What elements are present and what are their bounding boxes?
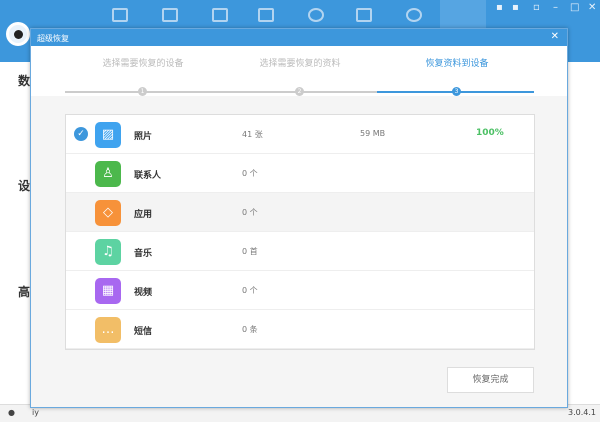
apps-icon: ◇ xyxy=(95,200,121,226)
app-logo xyxy=(6,22,30,46)
restore-item-list: ✓ ▨ 照片 41 张 59 MB 100% ♙ 联系人 0 个 ◇ 应用 0 个 ♫ 音乐 0 首 ▦ 视频 0… xyxy=(65,114,535,350)
video-icon: ▦ xyxy=(95,278,121,304)
item-name: 视频 xyxy=(134,288,153,298)
minimize-icon[interactable]: – xyxy=(553,2,558,13)
restore-complete-button[interactable]: 恢复完成 xyxy=(447,367,534,393)
item-progress: 100% xyxy=(476,128,504,138)
item-count: 0 个 xyxy=(242,169,258,178)
item-name: 音乐 xyxy=(134,249,153,259)
toolbar-device-icon[interactable] xyxy=(112,8,128,22)
step-progress: 选择需要恢复的设备 选择需要恢复的资料 恢复资料到设备 1 2 3 xyxy=(31,46,567,96)
close-window-icon[interactable]: ✕ xyxy=(588,2,596,13)
item-name: 照片 xyxy=(134,132,153,142)
feedback-icon[interactable]: ▪ xyxy=(496,2,503,13)
music-icon: ♫ xyxy=(95,239,121,265)
step-label-3: 恢复资料到设备 xyxy=(425,59,489,69)
contact-icon: ♙ xyxy=(95,161,121,187)
step-track xyxy=(65,91,377,93)
maximize-icon[interactable]: □ xyxy=(570,2,579,13)
item-size: 59 MB xyxy=(360,129,386,138)
list-item[interactable]: ♫ 音乐 0 首 xyxy=(66,232,534,271)
step-dot-1: 1 xyxy=(138,87,147,96)
message-icon: … xyxy=(95,317,121,343)
toolbar-music-icon[interactable] xyxy=(212,8,228,22)
step-label-2: 选择需要恢复的资料 xyxy=(259,59,341,69)
toolbar-photo-icon[interactable] xyxy=(258,8,274,22)
item-count: 0 条 xyxy=(242,325,258,334)
toolbar-book-icon[interactable] xyxy=(356,8,372,22)
device-name: iy xyxy=(32,408,39,417)
step-dot-2: 2 xyxy=(295,87,304,96)
menu-icon[interactable]: ▫ xyxy=(533,2,540,13)
dialog-close-icon[interactable]: ✕ xyxy=(551,31,559,42)
toolbar-search-icon[interactable] xyxy=(406,8,422,22)
step-dot-3: 3 xyxy=(452,87,461,96)
image-icon: ▨ xyxy=(95,122,121,148)
list-item[interactable]: ✓ ▨ 照片 41 张 59 MB 100% xyxy=(66,115,534,154)
dialog-title: 超级恢复 xyxy=(37,34,69,43)
list-item[interactable]: ♙ 联系人 0 个 xyxy=(66,154,534,193)
list-item[interactable]: … 短信 0 条 xyxy=(66,310,534,349)
item-count: 0 个 xyxy=(242,286,258,295)
toolbar-video-icon[interactable] xyxy=(308,8,324,22)
list-item[interactable]: ▦ 视频 0 个 xyxy=(66,271,534,310)
side-label: 设 xyxy=(18,179,31,193)
item-name: 短信 xyxy=(134,327,153,337)
apple-icon: ● xyxy=(8,408,15,417)
item-name: 联系人 xyxy=(134,171,162,181)
item-name: 应用 xyxy=(134,210,153,220)
restore-dialog: 超级恢复 ✕ 选择需要恢复的设备 选择需要恢复的资料 恢复资料到设备 1 2 3… xyxy=(30,28,568,408)
skin-icon[interactable]: ▪ xyxy=(512,2,519,13)
dialog-title-bar: 超级恢复 ✕ xyxy=(31,29,567,46)
item-count: 0 个 xyxy=(242,208,258,217)
item-count: 41 张 xyxy=(242,130,263,139)
side-label: 数 xyxy=(18,74,31,88)
side-label: 高 xyxy=(18,285,31,299)
toolbar-apps-icon[interactable] xyxy=(162,8,178,22)
step-label-1: 选择需要恢复的设备 xyxy=(102,59,184,69)
item-count: 0 首 xyxy=(242,247,258,256)
list-item[interactable]: ◇ 应用 0 个 xyxy=(66,193,534,232)
check-icon[interactable]: ✓ xyxy=(74,127,88,141)
version-label: 3.0.4.1 xyxy=(568,408,596,417)
